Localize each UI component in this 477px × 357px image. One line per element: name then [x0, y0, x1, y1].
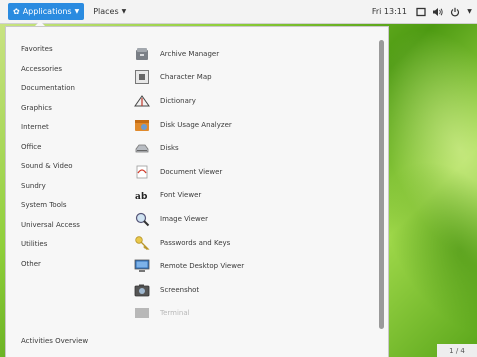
terminal-icon: [135, 308, 149, 319]
category-sundry[interactable]: Sundry: [21, 177, 121, 197]
remote-desktop-icon: [134, 259, 150, 273]
page-indicator: 1 / 4: [437, 344, 477, 357]
category-list: Favorites Accessories Documentation Grap…: [21, 40, 121, 274]
category-sound-video[interactable]: Sound & Video: [21, 157, 121, 177]
category-internet[interactable]: Internet: [21, 118, 121, 138]
app-label: Disks: [160, 144, 179, 153]
app-disk-usage-analyzer[interactable]: Disk Usage Analyzer: [134, 113, 364, 137]
app-label: Terminal: [160, 309, 190, 318]
category-documentation[interactable]: Documentation: [21, 79, 121, 99]
app-label: Dictionary: [160, 96, 196, 105]
font-viewer-icon: a b: [135, 192, 148, 202]
passwords-keys-icon: [135, 235, 150, 250]
app-screenshot[interactable]: Screenshot: [134, 278, 364, 302]
app-label: Disk Usage Analyzer: [160, 120, 232, 129]
app-label: Screenshot: [160, 285, 200, 294]
app-label: Archive Manager: [160, 49, 220, 58]
category-system-tools[interactable]: System Tools: [21, 196, 121, 216]
window-icon[interactable]: [415, 6, 426, 17]
top-bar: ✿ Applications ▼ Places ▼ Fri 13:11 ▼: [0, 0, 477, 24]
app-document-viewer[interactable]: Document Viewer: [134, 160, 364, 184]
screenshot-icon: [134, 284, 150, 297]
app-list-scrollbar[interactable]: [379, 40, 384, 330]
clock[interactable]: Fri 13:11: [372, 7, 407, 16]
chevron-down-icon: ▼: [121, 8, 127, 15]
places-label: Places: [93, 7, 119, 16]
chevron-down-icon[interactable]: ▼: [466, 6, 473, 17]
app-label: Image Viewer: [160, 214, 208, 223]
image-viewer-icon: [135, 212, 150, 227]
app-label: Character Map: [160, 73, 212, 82]
app-label: Passwords and Keys: [160, 238, 231, 247]
app-archive-manager[interactable]: Archive Manager: [134, 42, 364, 66]
application-list: Archive Manager Character Map Dictionary…: [134, 42, 364, 325]
app-dictionary[interactable]: Dictionary: [134, 89, 364, 113]
category-universal-access[interactable]: Universal Access: [21, 216, 121, 236]
power-icon[interactable]: [449, 6, 460, 17]
places-menu-button[interactable]: Places ▼: [88, 3, 131, 20]
svg-text:b: b: [141, 192, 148, 202]
category-other[interactable]: Other: [21, 255, 121, 275]
app-passwords-and-keys[interactable]: Passwords and Keys: [134, 231, 364, 255]
document-viewer-icon: [136, 165, 148, 179]
category-favorites[interactable]: Favorites: [21, 40, 121, 60]
app-image-viewer[interactable]: Image Viewer: [134, 207, 364, 231]
volume-icon[interactable]: [432, 6, 443, 17]
foot-icon: ✿: [13, 7, 20, 16]
applications-label: Applications: [22, 7, 72, 16]
disks-icon: [135, 144, 149, 153]
app-disks[interactable]: Disks: [134, 136, 364, 160]
category-office[interactable]: Office: [21, 138, 121, 158]
category-utilities[interactable]: Utilities: [21, 235, 121, 255]
scrollbar-thumb[interactable]: [379, 40, 384, 329]
app-label: Document Viewer: [160, 167, 223, 176]
character-map-icon: [135, 70, 149, 85]
app-character-map[interactable]: Character Map: [134, 66, 364, 90]
applications-menu-button[interactable]: ✿ Applications ▼: [8, 3, 85, 20]
activities-overview-link[interactable]: Activities Overview: [21, 337, 88, 345]
app-label: Font Viewer: [160, 191, 202, 200]
app-remote-desktop-viewer[interactable]: Remote Desktop Viewer: [134, 254, 364, 278]
category-graphics[interactable]: Graphics: [21, 99, 121, 119]
chevron-down-icon: ▼: [74, 8, 80, 15]
dictionary-icon: [134, 95, 150, 107]
app-label: Remote Desktop Viewer: [160, 262, 245, 271]
app-font-viewer[interactable]: a b Font Viewer: [134, 184, 364, 208]
disk-usage-icon: [135, 119, 149, 131]
archive-icon: [136, 47, 148, 60]
app-terminal[interactable]: Terminal: [134, 302, 364, 326]
desktop: ✿ Applications ▼ Places ▼ Fri 13:11 ▼ Fa…: [0, 0, 477, 357]
category-accessories[interactable]: Accessories: [21, 60, 121, 80]
